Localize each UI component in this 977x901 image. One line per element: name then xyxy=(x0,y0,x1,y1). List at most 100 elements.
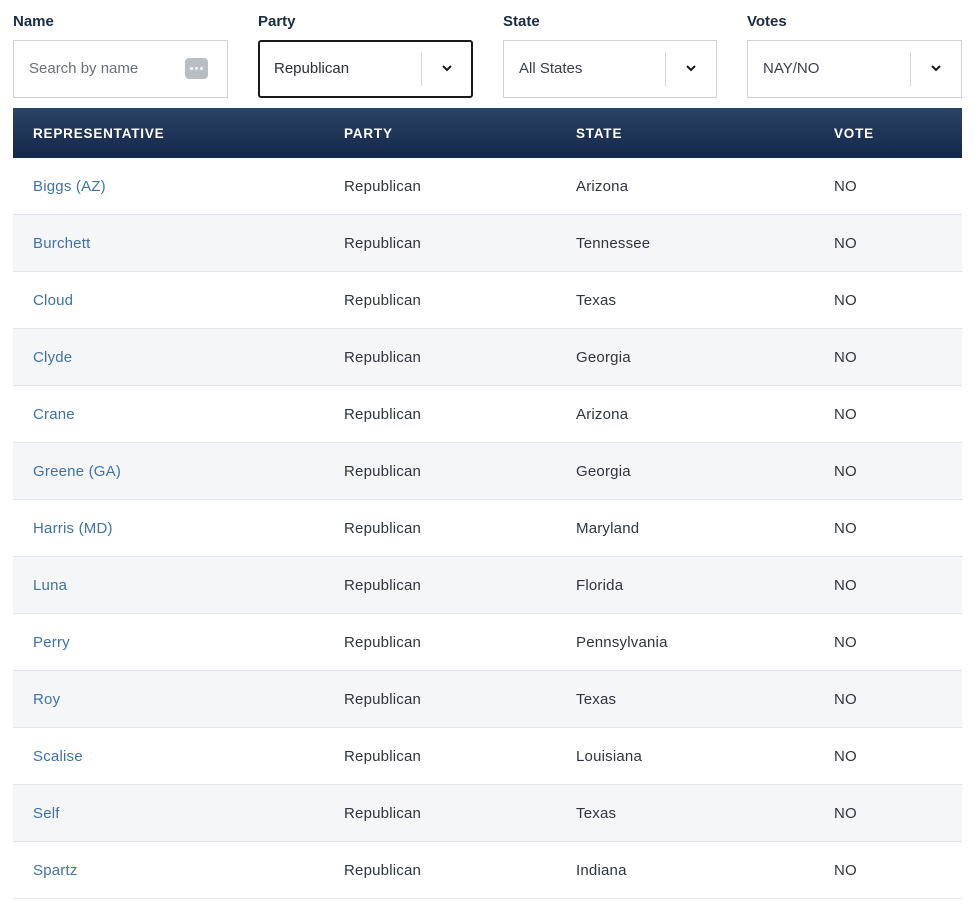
representative-link[interactable]: Spartz xyxy=(33,862,78,879)
table-body: Biggs (AZ) Republican Arizona NO Burchett Rep… xyxy=(13,158,962,899)
party-select-divider xyxy=(421,52,422,86)
table-row: Burchett Republican Tennessee NO xyxy=(13,214,962,272)
representative-link[interactable]: Harris (MD) xyxy=(33,520,113,537)
filter-bar: Name Search by name Party Republican Sta… xyxy=(13,0,962,100)
representative-cell: Clyde xyxy=(13,329,344,386)
party-cell: Republican xyxy=(344,291,422,309)
name-filter: Name xyxy=(13,12,54,32)
votes-table-container: REPRESENTATIVE PARTY STATE VOTE Biggs (A… xyxy=(13,108,962,899)
state-cell: Arizona xyxy=(576,177,629,195)
votes-filter: Votes xyxy=(747,12,787,32)
vote-cell: NO xyxy=(834,462,857,480)
state-cell: Texas xyxy=(576,690,617,708)
representative-cell: Luna xyxy=(13,557,344,614)
vote-cell: NO xyxy=(834,405,857,423)
state-cell: Florida xyxy=(576,576,624,594)
party-cell: Republican xyxy=(344,804,422,822)
party-cell: Republican xyxy=(344,633,422,651)
column-header-party[interactable]: PARTY xyxy=(344,108,576,158)
representative-cell: Roy xyxy=(13,671,344,728)
party-cell: Republican xyxy=(344,747,422,765)
party-cell: Republican xyxy=(344,861,422,879)
party-cell: Republican xyxy=(344,234,422,252)
representative-cell: Burchett xyxy=(13,215,344,272)
representative-link[interactable]: Self xyxy=(33,805,60,822)
chevron-down-icon[interactable] xyxy=(930,63,942,73)
vote-cell: NO xyxy=(834,348,857,366)
vote-cell: NO xyxy=(834,690,857,708)
state-cell: Tennessee xyxy=(576,234,651,252)
state-cell: Indiana xyxy=(576,861,627,879)
representative-link[interactable]: Perry xyxy=(33,634,70,651)
state-cell: Georgia xyxy=(576,348,631,366)
party-cell: Republican xyxy=(344,576,422,594)
table-row: Perry Republican Pennsylvania NO xyxy=(13,614,962,671)
more-dots-icon[interactable] xyxy=(185,58,208,79)
party-select[interactable]: Republican xyxy=(258,40,473,98)
representative-cell: Spartz xyxy=(13,842,344,899)
party-cell: Republican xyxy=(344,177,422,195)
votes-filter-label: Votes xyxy=(747,13,787,30)
party-filter-label: Party xyxy=(258,13,296,30)
representative-link[interactable]: Cloud xyxy=(33,292,73,309)
representative-link[interactable]: Roy xyxy=(33,691,60,708)
state-select[interactable]: All States xyxy=(503,40,717,98)
party-cell: Republican xyxy=(344,462,422,480)
vote-cell: NO xyxy=(834,177,857,195)
state-select-value: All States xyxy=(519,60,583,77)
representative-link[interactable]: Burchett xyxy=(33,235,90,252)
party-cell: Republican xyxy=(344,348,422,366)
representative-cell: Perry xyxy=(13,614,344,671)
vote-cell: NO xyxy=(834,576,857,594)
state-cell: Texas xyxy=(576,804,617,822)
state-filter-label: State xyxy=(503,13,540,30)
representative-cell: Greene (GA) xyxy=(13,443,344,500)
table-row: Biggs (AZ) Republican Arizona NO xyxy=(13,158,962,215)
representative-link[interactable]: Crane xyxy=(33,406,75,423)
state-select-divider xyxy=(665,52,666,86)
vote-cell: NO xyxy=(834,234,857,252)
state-cell: Georgia xyxy=(576,462,631,480)
representative-link[interactable]: Scalise xyxy=(33,748,83,765)
votes-select-value: NAY/NO xyxy=(763,60,820,77)
table-row: Cloud Republican Texas NO xyxy=(13,272,962,329)
vote-cell: NO xyxy=(834,804,857,822)
representative-cell: Cloud xyxy=(13,272,344,329)
representative-link[interactable]: Biggs (AZ) xyxy=(33,178,106,195)
party-select-value: Republican xyxy=(274,60,350,77)
vote-cell: NO xyxy=(834,519,857,537)
state-filter: State xyxy=(503,12,540,32)
representative-cell: Scalise xyxy=(13,728,344,785)
votes-select[interactable]: NAY/NO xyxy=(747,40,962,98)
chevron-down-icon[interactable] xyxy=(685,63,697,73)
state-cell: Maryland xyxy=(576,519,640,537)
table-row: Roy Republican Texas NO xyxy=(13,670,962,728)
state-cell: Pennsylvania xyxy=(576,633,668,651)
vote-cell: NO xyxy=(834,291,857,309)
name-search-placeholder: Search by name xyxy=(29,60,139,77)
representative-link[interactable]: Luna xyxy=(33,577,67,594)
party-cell: Republican xyxy=(344,405,422,423)
name-search-input[interactable]: Search by name xyxy=(13,40,228,98)
table-row: Greene (GA) Republican Georgia NO xyxy=(13,442,962,500)
representative-cell: Biggs (AZ) xyxy=(13,158,344,215)
party-cell: Republican xyxy=(344,690,422,708)
representative-link[interactable]: Greene (GA) xyxy=(33,463,121,480)
chevron-down-icon[interactable] xyxy=(441,63,453,73)
representative-cell: Crane xyxy=(13,386,344,443)
table-row: Harris (MD) Republican Maryland NO xyxy=(13,500,962,557)
party-cell: Republican xyxy=(344,519,422,537)
table-header-row: REPRESENTATIVE PARTY STATE VOTE xyxy=(13,108,962,158)
column-header-vote[interactable]: VOTE xyxy=(834,108,962,158)
vote-cell: NO xyxy=(834,861,857,879)
vote-cell: NO xyxy=(834,633,857,651)
column-header-representative[interactable]: REPRESENTATIVE xyxy=(13,108,344,158)
state-cell: Louisiana xyxy=(576,747,643,765)
party-filter: Party xyxy=(258,12,296,32)
table-row: Luna Republican Florida NO xyxy=(13,556,962,614)
table-row: Scalise Republican Louisiana NO xyxy=(13,728,962,785)
table-row: Crane Republican Arizona NO xyxy=(13,386,962,443)
column-header-state[interactable]: STATE xyxy=(576,108,834,158)
state-cell: Texas xyxy=(576,291,617,309)
representative-link[interactable]: Clyde xyxy=(33,349,72,366)
